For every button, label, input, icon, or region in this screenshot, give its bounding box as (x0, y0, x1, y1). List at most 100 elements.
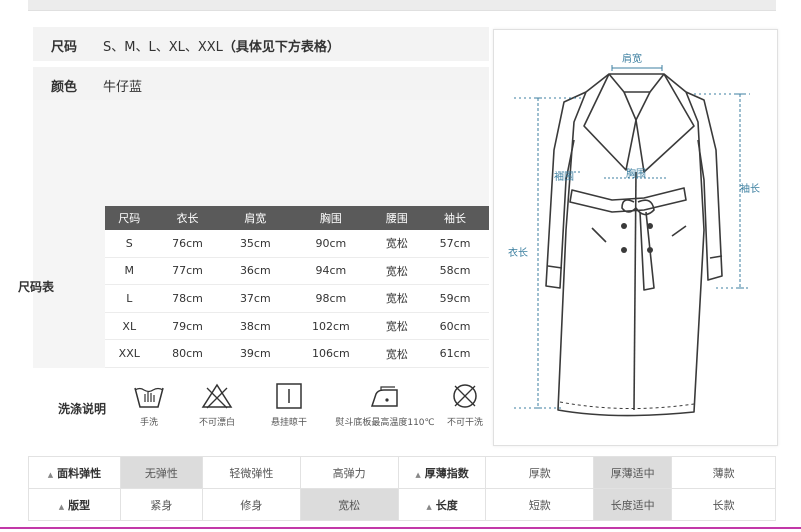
fit-option: 紧身 (119, 488, 203, 521)
table-cell: 宽松 (372, 312, 422, 341)
header-waist: 腰围 (372, 206, 422, 230)
header-length: 衣长 (153, 206, 222, 230)
table-cell: S (105, 230, 154, 258)
thickness-option-selected: 厚薄适中 (593, 456, 673, 489)
table-row: M 77cm 36cm 94cm 宽松 58cm (105, 257, 489, 286)
length-label: 衣长 (508, 248, 528, 259)
table-row: XL 79cm 38cm 102cm 宽松 60cm (105, 312, 489, 341)
table-cell: M (105, 257, 154, 286)
length-option: 短款 (485, 488, 595, 521)
table-cell: 39cm (221, 339, 290, 368)
table-cell: XXL (105, 339, 154, 368)
care-label: 洗涤说明 (58, 402, 107, 416)
size-chart-label: 尺码表 (18, 280, 55, 294)
fabric-label-text: 面料弹性 (57, 466, 102, 480)
table-cell: 98cm (289, 284, 373, 313)
table-cell: 102cm (289, 312, 373, 341)
care-text: 悬挂晾干 (270, 418, 307, 428)
color-value: 牛仔蓝 (103, 80, 143, 95)
size-note: （具体见下方表格） (222, 40, 340, 55)
table-cell: 78cm (153, 284, 222, 313)
thickness-option: 薄款 (671, 456, 776, 489)
header-chest: 胸围 (289, 206, 373, 230)
table-cell: 60cm (421, 312, 489, 341)
length-option-selected: 长度适中 (593, 488, 673, 521)
coat-illustration (514, 65, 750, 417)
care-item-iron: 熨斗底板最高温度110℃ (335, 382, 435, 428)
header-size: 尺码 (105, 206, 154, 230)
size-table: 尺码 衣长 肩宽 胸围 腰围 袖长 S 76cm 35cm 90cm 宽松 57… (105, 206, 489, 368)
table-cell: 宽松 (372, 230, 422, 258)
attribute-row: ▲ 面料弹性 无弹性 轻微弹性 高弹力 ▲ 厚薄指数 厚款 厚薄适中 薄款 (28, 456, 776, 489)
chest-label: 胸围 (626, 169, 646, 180)
triangle-icon: ▲ (58, 502, 65, 511)
color-info-row: 颜色 牛仔蓝 (33, 67, 489, 101)
table-cell: 37cm (221, 284, 290, 313)
thickness-label: ▲ 厚薄指数 (397, 456, 487, 489)
sleeve-length-label: 袖长 (740, 184, 760, 195)
table-cell: 79cm (153, 312, 222, 341)
table-cell: 106cm (289, 339, 373, 368)
length-option: 长款 (671, 488, 776, 521)
fit-option: 修身 (201, 488, 301, 521)
care-text: 熨斗底板最高温度110℃ (335, 418, 435, 428)
table-cell: XL (105, 312, 154, 341)
attribute-table: ▲ 面料弹性 无弹性 轻微弹性 高弹力 ▲ 厚薄指数 厚款 厚薄适中 薄款 ▲ 版型 … (28, 456, 776, 521)
table-row: XXL 80cm 39cm 106cm 宽松 61cm (105, 339, 489, 368)
triangle-icon: ▲ (415, 470, 421, 479)
care-item-no-bleach: 不可漂白 (177, 382, 257, 428)
length-label-text: 长度 (435, 498, 458, 512)
table-cell: 宽松 (372, 257, 422, 286)
size-value: S、M、L、XL、XXL（具体见下方表格） (103, 36, 340, 55)
triangle-icon: ▲ (426, 502, 432, 511)
table-cell: 94cm (289, 257, 373, 286)
table-cell: 57cm (421, 230, 489, 258)
top-divider (28, 0, 776, 11)
thickness-label-text: 厚薄指数 (424, 466, 469, 480)
size-table-header: 尺码 衣长 肩宽 胸围 腰围 袖长 (105, 206, 489, 230)
triangle-icon: ▲ (47, 470, 54, 479)
no-dry-clean-icon (453, 384, 477, 408)
table-cell: 35cm (221, 230, 290, 258)
table-cell: 宽松 (372, 284, 422, 313)
header-shoulder: 肩宽 (221, 206, 290, 230)
fabric-option: 轻微弹性 (201, 456, 301, 489)
table-cell: 38cm (221, 312, 290, 341)
hang-dry-icon (276, 383, 302, 409)
size-list: S、M、L、XL、XXL (103, 40, 223, 55)
fit-label: ▲ 版型 (28, 488, 121, 521)
table-cell: 80cm (153, 339, 222, 368)
shoulder-label: 肩宽 (622, 54, 642, 65)
fabric-option: 高弹力 (299, 456, 399, 489)
accent-bar (0, 527, 801, 529)
fit-label-text: 版型 (68, 498, 91, 512)
color-label: 颜色 (51, 80, 78, 95)
table-cell: 61cm (421, 339, 489, 368)
thickness-option: 厚款 (485, 456, 595, 489)
sleeve-width-label: 袖围 (554, 172, 574, 183)
measurement-diagram: 肩宽 袖围 胸围 袖长 衣长 (493, 29, 778, 446)
table-cell: L (105, 284, 154, 313)
table-cell: 76cm (153, 230, 222, 258)
table-cell: 90cm (289, 230, 373, 258)
care-text: 不可漂白 (198, 418, 235, 428)
table-cell: 36cm (221, 257, 290, 286)
header-sleeve: 袖长 (421, 206, 489, 230)
care-item-hang-dry: 悬挂晾干 (249, 382, 329, 428)
table-row: L 78cm 37cm 98cm 宽松 59cm (105, 284, 489, 313)
table-cell: 59cm (421, 284, 489, 313)
attribute-row: ▲ 版型 紧身 修身 宽松 ▲ 长度 短款 长度适中 长款 (28, 488, 776, 521)
table-cell: 58cm (421, 257, 489, 286)
hand-wash-icon (134, 387, 164, 408)
size-info-row: 尺码 S、M、L、XL、XXL（具体见下方表格） (33, 27, 489, 61)
table-row: S 76cm 35cm 90cm 宽松 57cm (105, 230, 489, 258)
iron-icon (370, 386, 398, 407)
garment-length-label: ▲ 长度 (397, 488, 487, 521)
table-cell: 宽松 (372, 339, 422, 368)
size-label: 尺码 (51, 40, 78, 55)
table-cell: 77cm (153, 257, 222, 286)
no-bleach-icon (201, 383, 233, 409)
fabric-elasticity-label: ▲ 面料弹性 (28, 456, 121, 489)
fabric-option-selected: 无弹性 (119, 456, 203, 489)
fit-option-selected: 宽松 (299, 488, 399, 521)
